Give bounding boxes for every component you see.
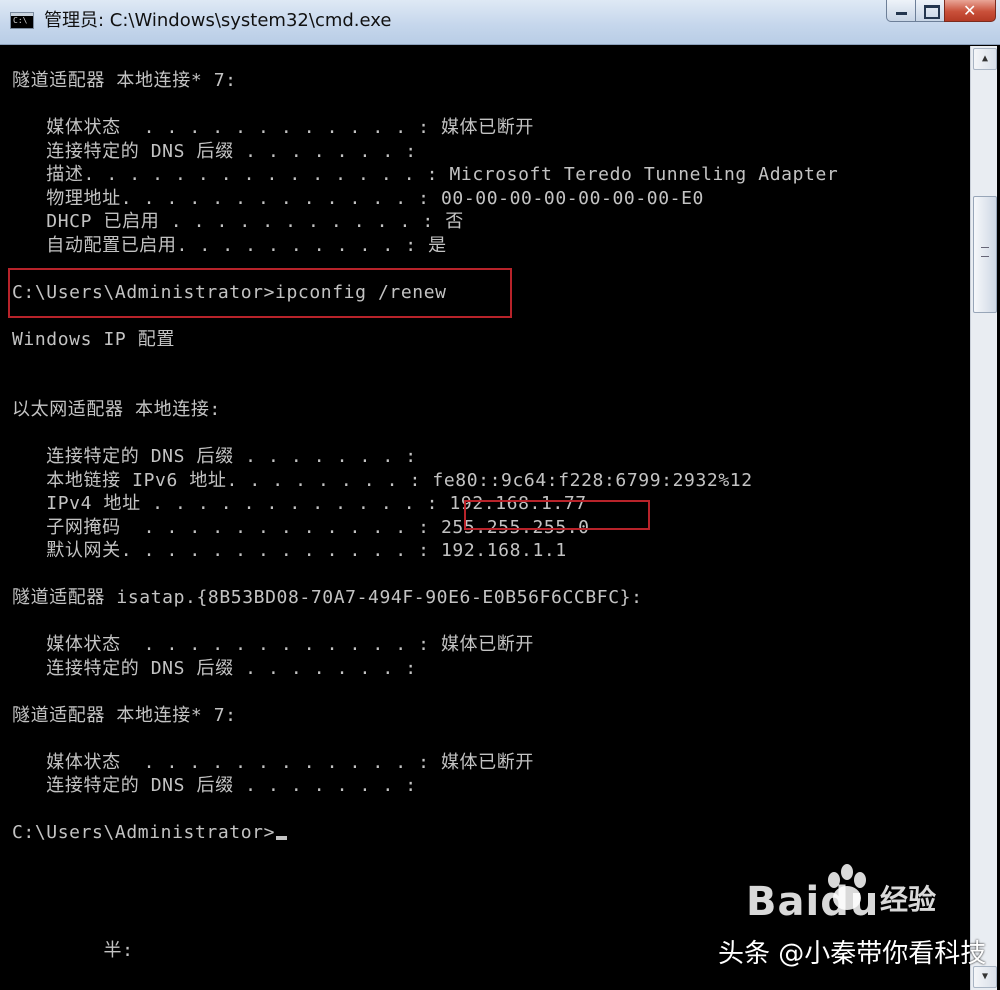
console-line: Windows IP 配置: [12, 328, 176, 350]
scroll-up-icon[interactable]: ▲: [973, 48, 997, 70]
title-bar[interactable]: C:\ 管理员: C:\Windows\system32\cmd.exe ✕: [0, 0, 1000, 45]
console-line: 连接特定的 DNS 后缀 . . . . . . . :: [12, 775, 417, 796]
console-line: 以太网适配器 本地连接:: [12, 399, 221, 420]
console-line: 媒体状态 . . . . . . . . . . . . : 媒体已断开: [12, 634, 534, 655]
console-line: 隧道适配器 isatap.{8B53BD08-70A7-494F-90E6-E0…: [12, 587, 643, 608]
console-line: 连接特定的 DNS 后缀 . . . . . . . :: [12, 140, 417, 162]
watermark-jingyan: 经验: [880, 883, 937, 916]
maximize-icon: [924, 5, 940, 19]
scroll-thumb[interactable]: [973, 196, 997, 313]
watermark-source: 头条 @小秦带你看科技: [718, 939, 987, 969]
window-controls: ✕: [886, 0, 996, 26]
maximize-button[interactable]: [915, 0, 945, 22]
baidu-paw-icon: [828, 864, 866, 910]
text-cursor: [276, 836, 288, 840]
console-line: 媒体状态 . . . . . . . . . . . . : 媒体已断开: [12, 751, 534, 773]
cmd-icon: C:\: [10, 12, 34, 29]
console-line: 媒体状态 . . . . . . . . . . . . : 媒体已断开: [12, 117, 534, 138]
console-line: 隧道适配器 本地连接* 7:: [12, 704, 237, 726]
console-line: 半:: [12, 939, 134, 961]
vertical-scrollbar[interactable]: ▲ ▼: [970, 46, 997, 990]
console-line: 物理地址. . . . . . . . . . . . . : 00-00-00…: [12, 187, 704, 209]
console-line: 默认网关. . . . . . . . . . . . . : 192.168.…: [12, 540, 567, 561]
console-line: 隧道适配器 本地连接* 7:: [12, 70, 237, 91]
minimize-icon: [896, 12, 907, 15]
minimize-button[interactable]: [886, 0, 916, 22]
console-output[interactable]: 隧道适配器 本地连接* 7: 媒体状态 . . . . . . . . . . …: [8, 46, 968, 990]
close-icon: ✕: [963, 1, 977, 20]
console-line: DHCP 已启用 . . . . . . . . . . . : 否: [12, 211, 464, 232]
console-line: C:\Users\Administrator>ipconfig /renew: [12, 281, 447, 303]
console-line: C:\Users\Administrator>: [12, 822, 288, 844]
window-title: 管理员: C:\Windows\system32\cmd.exe: [44, 10, 392, 31]
console-line: IPv4 地址 . . . . . . . . . . . . : 192.16…: [12, 493, 587, 514]
console-line: 描述. . . . . . . . . . . . . . . : Micros…: [12, 164, 839, 185]
console-line: 自动配置已启用. . . . . . . . . . : 是: [12, 234, 447, 256]
console-line: 连接特定的 DNS 后缀 . . . . . . . :: [12, 446, 417, 467]
console-line: 子网掩码 . . . . . . . . . . . . : 255.255.2…: [12, 516, 590, 538]
console-line: 本地链接 IPv6 地址. . . . . . . . : fe80::9c64…: [12, 469, 753, 491]
close-button[interactable]: ✕: [944, 0, 996, 22]
console-line: 连接特定的 DNS 后缀 . . . . . . . :: [12, 657, 417, 679]
